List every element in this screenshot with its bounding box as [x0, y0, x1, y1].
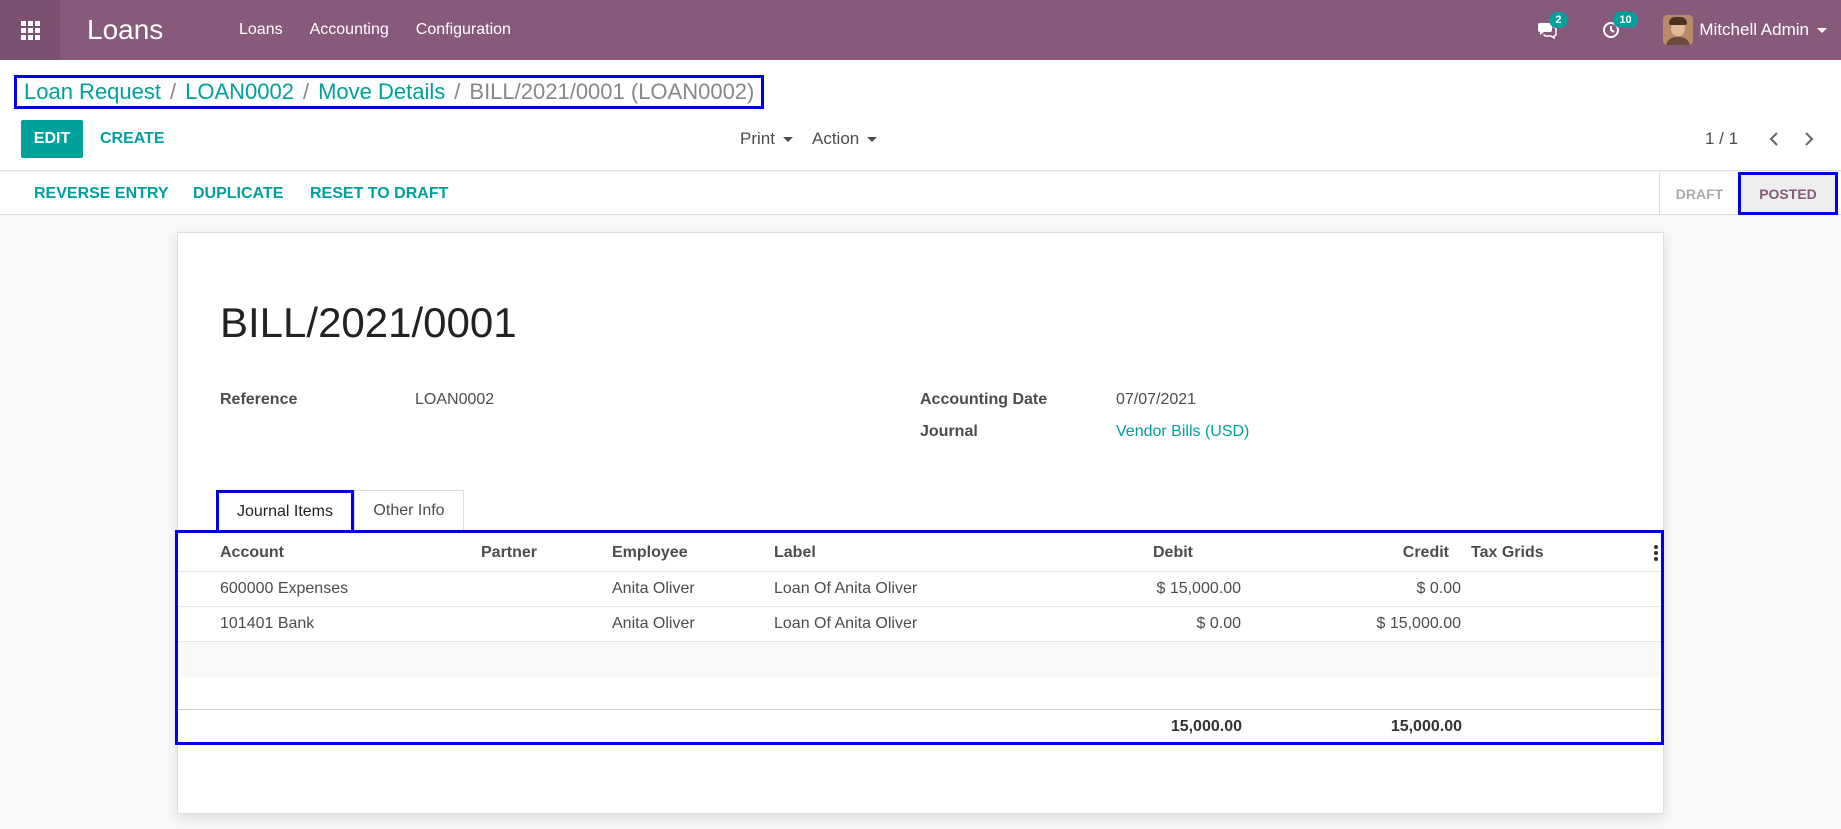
cell-account: 600000 Expenses: [220, 580, 349, 597]
journal-link[interactable]: Vendor Bills (USD): [1116, 423, 1249, 441]
activities-clock-icon[interactable]: 10: [1599, 12, 1638, 42]
menu-loans[interactable]: Loans: [239, 21, 283, 39]
tab-journal-items[interactable]: Journal Items: [216, 490, 354, 531]
print-label: Print: [740, 129, 775, 148]
empty-row: [178, 642, 1661, 677]
column-partner[interactable]: Partner: [481, 544, 537, 562]
cell-debit: $ 15,000.00: [1156, 580, 1241, 597]
reverse-entry-button[interactable]: REVERSE ENTRY: [34, 172, 169, 215]
chevron-down-icon: [867, 136, 878, 142]
chevron-left-icon[interactable]: [1766, 120, 1782, 158]
duplicate-button[interactable]: DUPLICATE: [193, 172, 283, 215]
reference-label: Reference: [220, 391, 298, 408]
accounting-date-value: 07/07/2021: [1116, 391, 1197, 408]
top-navbar: Loans Loans Accounting Configuration 2 1…: [0, 0, 1841, 60]
journal-label: Journal: [920, 423, 978, 440]
tab-other-info[interactable]: Other Info: [354, 490, 464, 531]
cell-credit: $ 15,000.00: [1376, 615, 1461, 632]
table-row[interactable]: 600000 Expenses Anita Oliver Loan Of Ani…: [178, 572, 1661, 607]
statusbar: REVERSE ENTRY DUPLICATE RESET TO DRAFT D…: [0, 172, 1841, 215]
breadcrumb-loan-request[interactable]: Loan Request: [24, 79, 161, 105]
breadcrumb-separator: /: [454, 79, 461, 104]
cell-employee: Anita Oliver: [612, 615, 695, 632]
column-employee[interactable]: Employee: [612, 544, 688, 562]
messages-icon[interactable]: 2: [1535, 12, 1568, 42]
breadcrumb-loan-record[interactable]: LOAN0002: [185, 79, 294, 105]
chevron-right-icon[interactable]: [1801, 120, 1817, 158]
cell-credit: $ 0.00: [1416, 580, 1461, 597]
stage-posted[interactable]: POSTED: [1738, 172, 1838, 215]
chevron-down-icon: [782, 136, 793, 142]
cell-account: 101401 Bank: [220, 615, 315, 632]
total-credit: 15,000.00: [1390, 718, 1462, 735]
table-header: Account Partner Employee Label Debit Cre…: [178, 533, 1661, 572]
pager: 1 / 1: [1705, 120, 1817, 158]
cell-label: Loan Of Anita Oliver: [774, 580, 918, 597]
reference-value: LOAN0002: [415, 391, 495, 408]
cell-employee: Anita Oliver: [612, 580, 695, 597]
create-button[interactable]: CREATE: [100, 120, 165, 158]
cell-debit: $ 0.00: [1196, 615, 1241, 632]
table-totals: 15,000.00 15,000.00: [178, 709, 1661, 742]
form-sheet: BILL/2021/0001 Reference LOAN0002 Accoun…: [175, 232, 1664, 814]
breadcrumb-separator: /: [302, 79, 310, 104]
control-panel: Loan Request / LOAN0002 / Move Details /…: [0, 60, 1841, 171]
menu-accounting[interactable]: Accounting: [310, 21, 389, 39]
cell-label: Loan Of Anita Oliver: [774, 615, 918, 632]
column-debit[interactable]: Debit: [1153, 544, 1193, 562]
column-credit[interactable]: Credit: [1403, 544, 1449, 562]
breadcrumb: Loan Request / LOAN0002 / Move Details /…: [14, 75, 765, 109]
app-title[interactable]: Loans: [87, 14, 239, 46]
breadcrumb-move-details[interactable]: Move Details: [318, 79, 445, 105]
table-row[interactable]: 101401 Bank Anita Oliver Loan Of Anita O…: [178, 607, 1661, 642]
activities-count-badge: 10: [1613, 12, 1638, 28]
menu-configuration[interactable]: Configuration: [416, 21, 511, 39]
stage-draft[interactable]: DRAFT: [1659, 172, 1739, 215]
avatar: [1663, 15, 1694, 45]
column-tax-grids[interactable]: Tax Grids: [1471, 544, 1544, 562]
action-label: Action: [812, 129, 860, 148]
journal-items-table: Account Partner Employee Label Debit Cre…: [175, 530, 1664, 745]
accounting-date-label: Accounting Date: [920, 391, 1048, 408]
messages-count-badge: 2: [1549, 12, 1568, 28]
reset-to-draft-button[interactable]: RESET TO DRAFT: [310, 172, 448, 215]
chevron-down-icon: [1817, 27, 1827, 33]
total-debit: 15,000.00: [1170, 718, 1242, 735]
column-account[interactable]: Account: [220, 544, 284, 562]
page-title: BILL/2021/0001: [220, 299, 517, 346]
user-menu[interactable]: Mitchell Admin: [1663, 15, 1827, 45]
pager-value[interactable]: 1 / 1: [1705, 129, 1738, 149]
empty-row: [178, 677, 1661, 709]
action-dropdown[interactable]: Action: [812, 120, 878, 158]
column-label[interactable]: Label: [774, 544, 816, 562]
print-dropdown[interactable]: Print: [740, 120, 793, 158]
edit-button[interactable]: EDIT: [21, 120, 83, 158]
column-options-icon[interactable]: [1654, 545, 1658, 561]
apps-menu-icon[interactable]: [0, 0, 60, 60]
breadcrumb-current: BILL/2021/0001 (LOAN0002): [469, 79, 755, 104]
breadcrumb-separator: /: [170, 79, 177, 104]
user-name: Mitchell Admin: [1699, 20, 1809, 39]
